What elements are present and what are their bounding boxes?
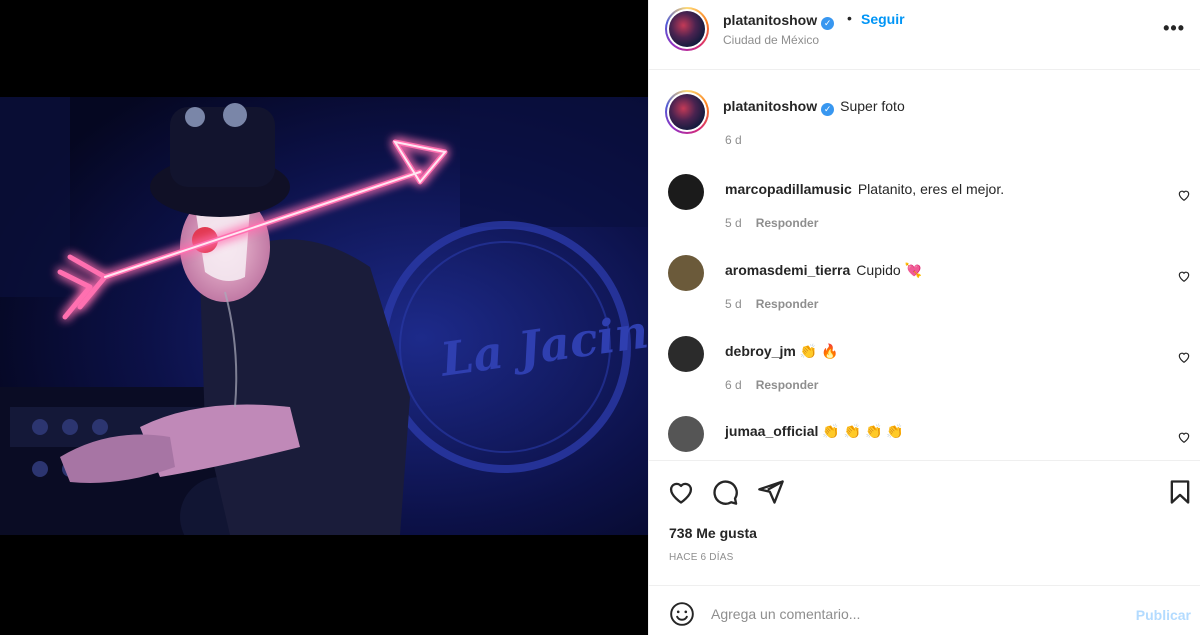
- commenter-avatar[interactable]: [668, 174, 704, 210]
- caption-time: 6 d: [725, 133, 742, 147]
- comment-text: Platanito, eres el mejor.: [857, 181, 1005, 197]
- verified-badge-icon: ✓: [821, 103, 835, 116]
- emoji-picker-icon[interactable]: [669, 601, 695, 627]
- comment-item: marcopadillamusic Platanito, eres el mejo…: [649, 174, 1200, 254]
- author-avatar[interactable]: [665, 7, 709, 51]
- post-date: HACE 6 DÍAS: [669, 552, 734, 563]
- share-icon[interactable]: [757, 478, 785, 506]
- post-photo[interactable]: La Jacinta: [0, 97, 648, 535]
- comments-list: platanitoshow ✓ Super foto 6 d marcopadill…: [649, 70, 1200, 461]
- comment-time: 6 d: [725, 378, 742, 392]
- commenter-avatar[interactable]: [668, 255, 704, 291]
- comment-emoji: 💘: [904, 262, 923, 278]
- add-comment-bar: Publicar: [649, 587, 1200, 635]
- post-media: La Jacinta: [0, 0, 648, 635]
- comment-input[interactable]: [711, 602, 1111, 626]
- follow-button[interactable]: Seguir: [861, 11, 905, 27]
- comment-like-icon[interactable]: [1177, 430, 1191, 444]
- likes-count[interactable]: 738 Me gusta: [669, 525, 757, 541]
- commenter-username[interactable]: debroy_jm: [725, 343, 796, 359]
- verified-badge-icon: ✓: [821, 17, 835, 30]
- comment-item: jumaa_official 👏 👏 👏 👏: [649, 416, 1200, 460]
- comment-emoji: 👏 🔥: [799, 343, 839, 359]
- comment-time: 5 d: [725, 216, 742, 230]
- commenter-avatar[interactable]: [668, 416, 704, 452]
- commenter-avatar[interactable]: [668, 336, 704, 372]
- reply-button[interactable]: Responder: [756, 297, 819, 311]
- post-header: platanitoshow ✓ • Seguir Ciudad de México…: [649, 0, 1200, 70]
- heart-icon[interactable]: [667, 478, 695, 506]
- more-options-icon[interactable]: •••: [1163, 18, 1185, 39]
- caption-avatar[interactable]: [665, 90, 709, 134]
- post-location[interactable]: Ciudad de México: [723, 33, 819, 47]
- comment-item: aromasdemi_tierra Cupido 💘 5 d Responder: [649, 255, 1200, 335]
- post-actions: 738 Me gusta HACE 6 DÍAS: [649, 462, 1200, 586]
- commenter-username[interactable]: jumaa_official: [725, 423, 818, 439]
- separator-dot: •: [847, 10, 852, 26]
- comment-icon[interactable]: [711, 478, 739, 506]
- publish-button[interactable]: Publicar: [1136, 607, 1191, 623]
- commenter-username[interactable]: marcopadillamusic: [725, 181, 852, 197]
- caption-text: Super foto: [840, 98, 905, 114]
- commenter-username[interactable]: aromasdemi_tierra: [725, 262, 850, 278]
- comment-like-icon[interactable]: [1177, 269, 1191, 283]
- comment-item: debroy_jm 👏 🔥 6 d Responder: [649, 336, 1200, 416]
- comment-time: 5 d: [725, 297, 742, 311]
- comment-emoji: 👏 👏 👏 👏: [822, 423, 904, 439]
- comment-like-icon[interactable]: [1177, 350, 1191, 364]
- reply-button[interactable]: Responder: [756, 216, 819, 230]
- comment-like-icon[interactable]: [1177, 188, 1191, 202]
- caption-username[interactable]: platanitoshow ✓: [723, 98, 835, 116]
- post-panel: platanitoshow ✓ • Seguir Ciudad de México…: [648, 0, 1200, 635]
- reply-button[interactable]: Responder: [756, 378, 819, 392]
- bookmark-icon[interactable]: [1166, 478, 1194, 506]
- comment-text: Cupido: [856, 262, 901, 278]
- author-username[interactable]: platanitoshow ✓: [723, 12, 835, 30]
